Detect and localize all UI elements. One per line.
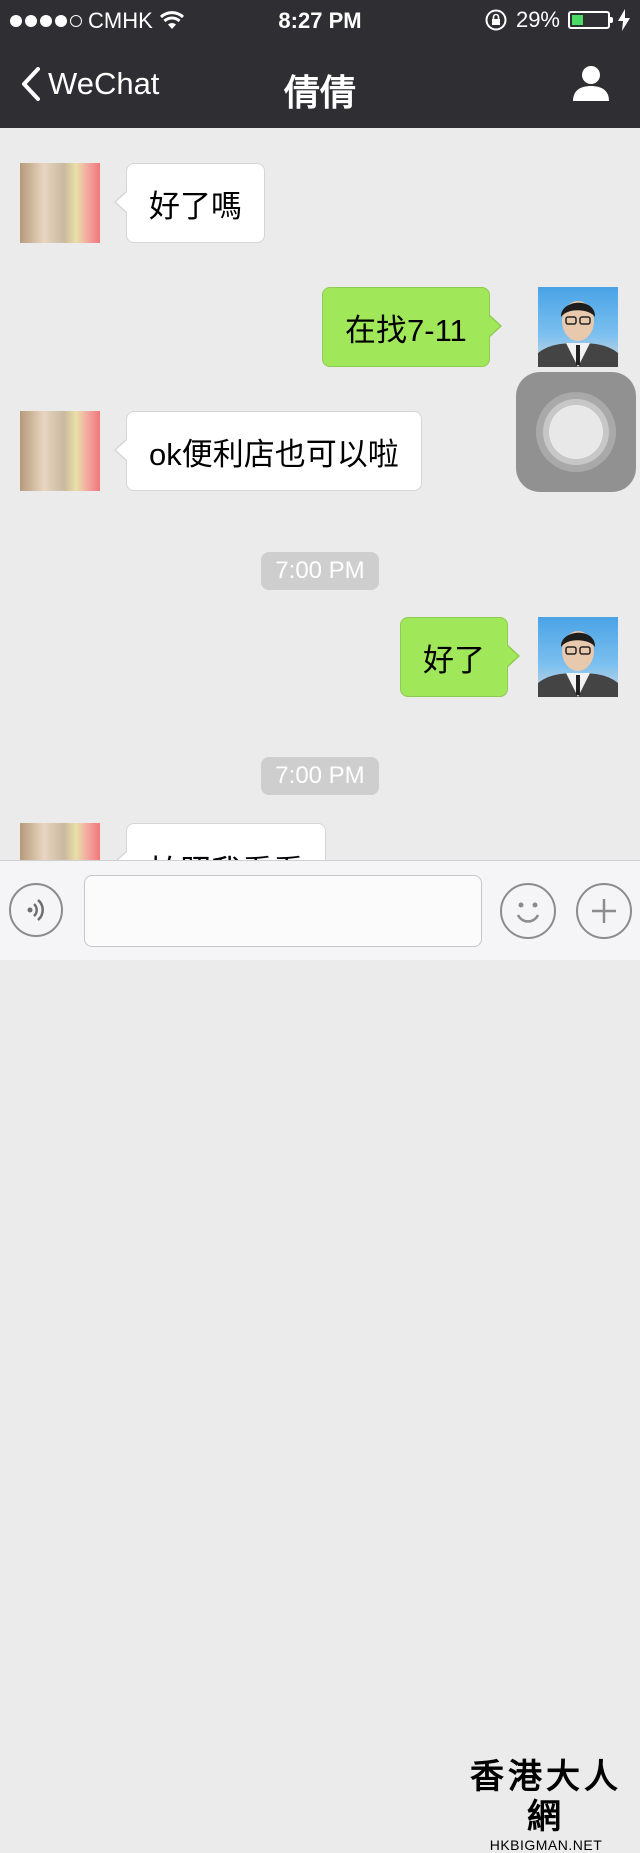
timestamp-divider: 7:00 PM: [261, 552, 379, 590]
contact-avatar[interactable]: [20, 163, 100, 243]
message-input-bar: 香港大人網 HKBIGMAN.NET: [0, 860, 640, 1853]
contact-profile-button[interactable]: [572, 64, 610, 107]
message-text-field[interactable]: [84, 875, 482, 947]
status-bar: CMHK 8:27 PM 29%: [0, 0, 640, 40]
battery-icon: [568, 11, 613, 29]
more-options-button[interactable]: [576, 883, 632, 939]
person-icon: [573, 66, 609, 101]
watermark: 香港大人網 HKBIGMAN.NET: [454, 1757, 638, 1853]
voice-icon: [27, 899, 44, 921]
voice-input-button[interactable]: [9, 883, 63, 937]
my-avatar-photo: [538, 631, 618, 697]
outgoing-message[interactable]: 在找7-11: [322, 287, 502, 367]
emoji-button[interactable]: [500, 883, 556, 939]
navigation-bar: WeChat 倩倩: [0, 40, 640, 128]
chat-title: 倩倩: [283, 72, 356, 113]
my-avatar[interactable]: [538, 617, 618, 697]
watermark-site: HKBIGMAN.NET: [489, 1837, 603, 1853]
my-avatar-photo: [538, 301, 618, 367]
watermark-brand: 香港大人網: [470, 1757, 622, 1837]
battery-percent: 29%: [515, 7, 560, 32]
top-bar: CMHK 8:27 PM 29% WeChat 倩倩: [0, 0, 640, 128]
my-avatar[interactable]: [538, 287, 618, 367]
rotation-lock-icon: [485, 9, 507, 31]
incoming-message[interactable]: 好了嗎: [114, 163, 265, 243]
contact-avatar[interactable]: [20, 411, 100, 491]
incoming-message[interactable]: ok便利店也可以啦: [114, 411, 422, 491]
timestamp-divider: 7:00 PM: [261, 757, 379, 795]
smiley-icon: [516, 902, 540, 923]
outgoing-message[interactable]: 好了: [400, 617, 520, 697]
plus-icon: [592, 899, 616, 923]
status-right: 29%: [484, 7, 630, 33]
charging-bolt-icon: [618, 9, 630, 31]
assistive-touch-button[interactable]: [516, 372, 636, 492]
